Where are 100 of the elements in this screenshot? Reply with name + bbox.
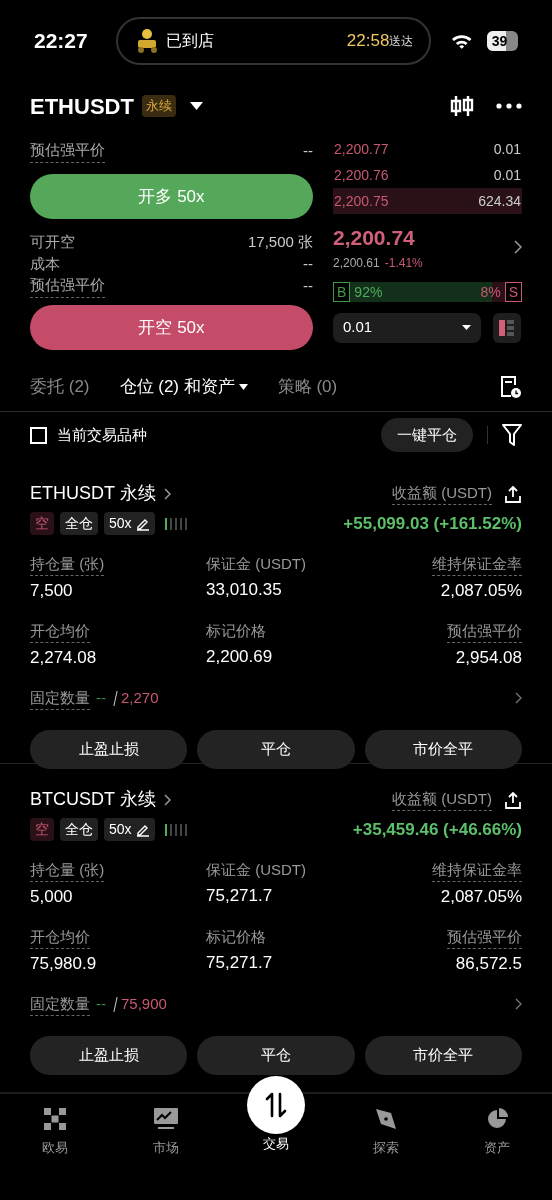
pie-chart-icon: [485, 1108, 508, 1130]
fixed-quantity-label: 固定数量: [30, 686, 90, 710]
layout-icon[interactable]: [493, 312, 521, 343]
sell-ratio: 8%: [480, 282, 501, 302]
chevron-right-icon[interactable]: [514, 239, 522, 254]
share-icon[interactable]: [504, 484, 522, 503]
caret-icon[interactable]: [189, 102, 203, 110]
price-change: -1.41%: [384, 254, 423, 272]
nav-tab[interactable]: 市场: [110, 1094, 221, 1158]
side-tag: 空: [30, 512, 54, 536]
nav-tab[interactable]: 探索: [331, 1094, 442, 1158]
history-icon[interactable]: [500, 374, 522, 399]
buy-ratio: 92%: [354, 282, 383, 302]
share-icon[interactable]: [504, 790, 522, 809]
nav-tab[interactable]: 欧易: [0, 1094, 111, 1158]
field-value: 2,954.08: [455, 647, 522, 669]
pnl-value: +55,099.03 (+161.52%): [343, 513, 522, 535]
caret-icon: [238, 383, 248, 390]
tab[interactable]: 委托 (2): [30, 373, 90, 400]
field-label: 成本: [30, 253, 60, 274]
pnl-label: 收益额 (USDT): [392, 481, 492, 506]
chevron-right-icon[interactable]: [515, 998, 522, 1011]
field-label: 可开空: [30, 231, 75, 252]
tab[interactable]: 仓位 (2) 和资产: [119, 373, 248, 400]
ask-size: 0.01: [493, 165, 521, 185]
field-value: 75,271.7: [206, 952, 273, 974]
field-value: --: [303, 140, 313, 161]
field-label: 开仓均价: [30, 619, 90, 643]
battery-level: 39: [491, 31, 508, 51]
ask-price: 2,200.77: [334, 139, 389, 159]
field-label: 标记价格: [206, 926, 266, 947]
field-value: 5,000: [30, 886, 73, 908]
symbol-title: ETHUSDT: [30, 92, 134, 121]
mark-price: 2,200.61: [333, 254, 380, 272]
field-label: 保证金 (USDT): [206, 859, 306, 880]
sell-tag: S: [504, 282, 522, 302]
wifi-icon: [451, 32, 473, 50]
field-value: 2,087.05%: [440, 580, 522, 602]
perpetual-badge: 永续: [141, 95, 176, 117]
field-value: 86,572.5: [455, 953, 522, 975]
grid-logo-icon: [44, 1108, 67, 1130]
ask-price: 2,200.76: [334, 165, 389, 185]
risk-meter-icon: [164, 517, 187, 530]
stop-loss-value: 2,270: [121, 688, 159, 708]
checkbox-label: 当前交易品种: [57, 424, 147, 445]
field-label: 预估强平价: [30, 274, 105, 298]
field-label: 持仓量 (张): [30, 858, 105, 882]
pnl-value: +35,459.46 (+46.66%): [352, 819, 522, 841]
pnl-label: 收益额 (USDT): [392, 787, 492, 812]
last-price: 2,200.74: [333, 225, 416, 251]
close-all-button[interactable]: 一键平仓: [381, 418, 473, 452]
take-profit-value: --: [96, 688, 106, 708]
more-icon[interactable]: [496, 103, 522, 109]
position-title: ETHUSDT 永续: [30, 482, 156, 505]
field-value: 75,271.7: [206, 885, 273, 907]
chevron-right-icon[interactable]: [163, 793, 171, 806]
nav-tab[interactable]: 交易: [220, 1076, 332, 1154]
swap-arrows-icon: [264, 1092, 288, 1118]
margin-mode-tag: 全仓: [60, 818, 98, 842]
risk-meter-icon: [164, 823, 187, 836]
field-label: 开仓均价: [30, 925, 90, 949]
ask-size: 0.01: [493, 139, 521, 159]
stop-loss-value: 75,900: [121, 994, 167, 1014]
action-button[interactable]: 止盈止损: [30, 1036, 188, 1075]
field-label: 保证金 (USDT): [206, 553, 306, 574]
leverage-tag[interactable]: 50x: [104, 512, 155, 536]
eta-label: 送达: [389, 33, 414, 50]
field-label: 预估强平价: [447, 925, 522, 949]
depth-select[interactable]: 0.01: [333, 312, 481, 343]
take-profit-value: --: [96, 994, 106, 1014]
action-button[interactable]: 平仓: [197, 730, 355, 769]
field-value: 33,010.35: [206, 579, 282, 601]
candlestick-icon[interactable]: [450, 94, 474, 118]
field-label: 维持保证金率: [432, 552, 522, 576]
side-tag: 空: [30, 818, 54, 842]
filter-icon[interactable]: [502, 424, 522, 446]
caret-icon: [462, 325, 471, 330]
eta-time: 22:58: [346, 30, 390, 53]
ask-size: 624.34: [478, 191, 521, 211]
field-label: 预估强平价: [447, 619, 522, 643]
nav-tab[interactable]: 资产: [441, 1094, 552, 1158]
open-short-button[interactable]: 开空 50x: [30, 305, 313, 350]
field-label: 持仓量 (张): [30, 552, 105, 576]
activity-label: 已到店: [166, 31, 215, 51]
checkbox[interactable]: [30, 426, 47, 444]
action-button[interactable]: 止盈止损: [30, 730, 188, 769]
chevron-right-icon[interactable]: [163, 487, 171, 500]
field-label: 预估强平价: [30, 139, 105, 163]
position-title: BTCUSDT 永续: [30, 788, 156, 811]
leverage-tag[interactable]: 50x: [104, 818, 155, 842]
tab[interactable]: 策略 (0): [277, 373, 338, 400]
chevron-right-icon[interactable]: [515, 692, 522, 705]
ask-price: 2,200.75: [334, 191, 389, 211]
action-button[interactable]: 市价全平: [364, 730, 522, 769]
action-button[interactable]: 市价全平: [364, 1036, 522, 1075]
chart-icon: [153, 1108, 178, 1130]
action-button[interactable]: 平仓: [197, 1036, 355, 1075]
buy-tag: B: [333, 282, 351, 302]
field-value: 17,500 张: [247, 231, 313, 252]
fixed-quantity-label: 固定数量: [30, 992, 90, 1016]
